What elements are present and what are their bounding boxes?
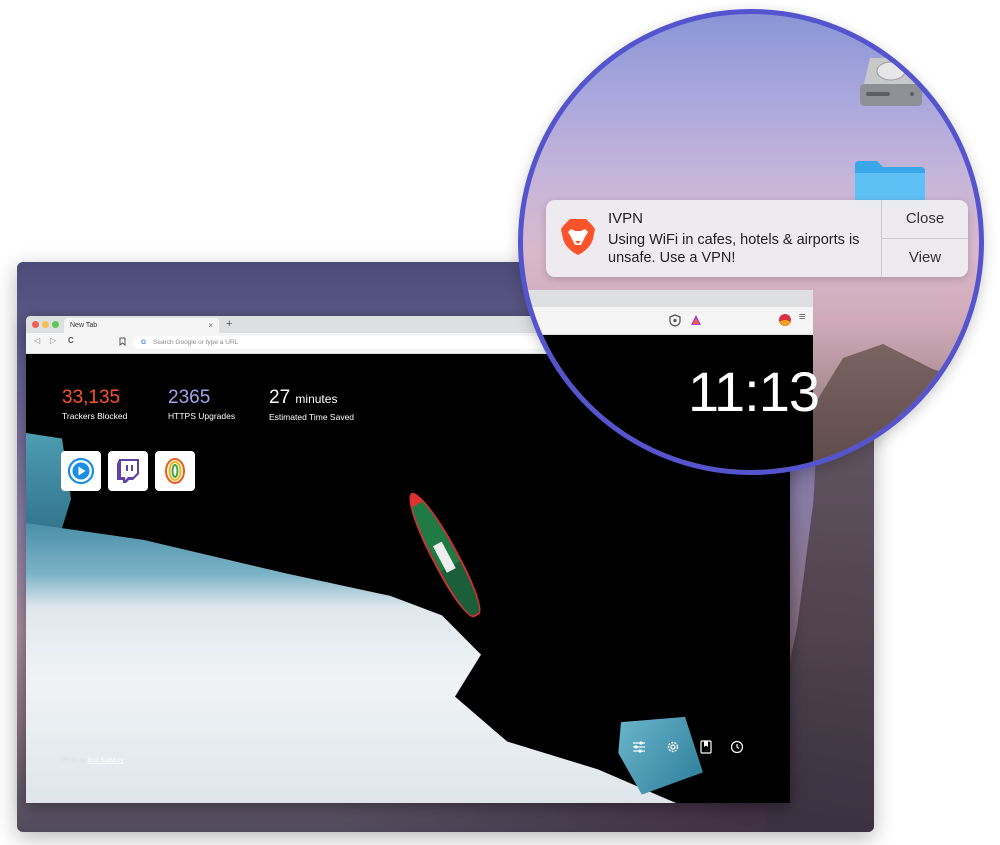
address-placeholder: Search Google or type a URL <box>153 339 239 346</box>
address-bar[interactable]: G Search Google or type a URL <box>133 336 553 349</box>
notification: IVPN Using WiFi in cafes, hotels & airpo… <box>546 200 968 277</box>
stat-trackers: 33,135 Trackers Blocked <box>62 387 127 421</box>
photographer-link[interactable]: Ilmir Sadykov <box>87 758 123 764</box>
stat-time: 27 minutes Estimated Time Saved <box>269 387 354 422</box>
bookmark-icon[interactable] <box>699 740 713 754</box>
profile-avatar-icon[interactable] <box>778 313 792 327</box>
google-icon: G <box>141 339 147 346</box>
tab-new-tab[interactable]: New Tab × <box>64 318 219 333</box>
notification-app-name: IVPN <box>608 210 644 227</box>
https-label: HTTPS Upgrades <box>168 411 236 421</box>
hard-drive-icon[interactable] <box>856 54 922 109</box>
new-tab-button[interactable]: + <box>226 317 232 332</box>
tab-close-icon[interactable]: × <box>208 318 213 333</box>
magnified-toolbar: ≡ <box>523 307 813 335</box>
trackers-value: 33,135 <box>62 387 121 408</box>
time-saved-value: 27 minutes <box>269 387 354 410</box>
top-site-tile[interactable] <box>61 451 101 491</box>
maximize-window-button[interactable] <box>52 321 59 328</box>
close-window-button[interactable] <box>32 321 39 328</box>
clock: 11:13 <box>688 360 820 423</box>
notification-message: Using WiFi in cafes, hotels & airports i… <box>608 232 860 266</box>
back-button[interactable]: ◁ <box>34 336 40 345</box>
time-saved-label: Estimated Time Saved <box>269 412 355 422</box>
play-icon <box>67 457 95 485</box>
trackers-label: Trackers Blocked <box>62 411 128 421</box>
sliders-icon[interactable] <box>632 740 646 754</box>
coastline-rock <box>793 344 979 470</box>
tab-title: New Tab <box>70 322 98 329</box>
ship-image <box>399 487 489 622</box>
reload-button[interactable]: C <box>68 336 74 345</box>
stat-https: 2365 HTTPS Upgrades <box>168 387 235 421</box>
https-value: 2365 <box>168 387 211 408</box>
menu-icon[interactable]: ≡ <box>799 311 805 323</box>
top-site-tile[interactable] <box>155 451 195 491</box>
brave-shields-icon[interactable] <box>669 314 681 327</box>
brave-lion-icon <box>561 219 595 255</box>
gear-icon[interactable] <box>666 740 680 754</box>
history-icon[interactable] <box>730 740 744 754</box>
brave-rewards-icon[interactable] <box>690 314 702 326</box>
twitch-icon <box>117 459 139 483</box>
minimize-window-button[interactable] <box>42 321 49 328</box>
time-saved-unit: minutes <box>295 392 338 406</box>
close-button[interactable]: Close <box>882 200 968 238</box>
view-button[interactable]: View <box>882 239 968 277</box>
photo-credit: Photo by Ilmir Sadykov <box>62 758 123 764</box>
forward-button[interactable]: ▷ <box>50 336 56 345</box>
top-site-tile[interactable] <box>108 451 148 491</box>
ice-sheet <box>26 523 676 803</box>
bookmark-icon[interactable] <box>119 337 126 348</box>
brand-logo-icon <box>165 458 185 484</box>
magnifier-callout: ≡ 11:13 IVPN Using WiFi in cafes, hotels… <box>518 9 984 475</box>
time-saved-number: 27 <box>269 387 291 408</box>
photo-credit-prefix: Photo by <box>62 758 86 764</box>
